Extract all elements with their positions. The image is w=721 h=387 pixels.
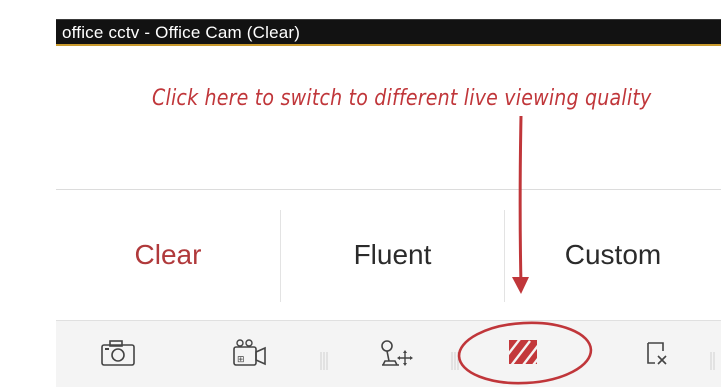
quality-icon[interactable] (506, 335, 540, 369)
window-title: office cctv - Office Cam (Clear) (62, 23, 301, 42)
quality-option-fluent[interactable]: Fluent (281, 190, 504, 320)
ptz-control-icon[interactable] (379, 339, 415, 369)
close-window-icon[interactable] (643, 339, 673, 369)
annotation-text: Click here to switch to different live v… (152, 85, 652, 111)
camera-icon[interactable] (100, 339, 136, 367)
toolbar-separator (450, 352, 460, 370)
quality-option-clear[interactable]: Clear (56, 190, 280, 320)
quality-option-custom[interactable]: Custom (505, 190, 721, 320)
bottom-toolbar: ⊞ (56, 320, 721, 387)
svg-text:⊞: ⊞ (237, 355, 245, 365)
toolbar-separator (709, 352, 719, 370)
toolbar-separator (319, 352, 329, 370)
app-frame: office cctv - Office Cam (Clear) Click h… (56, 19, 721, 387)
annotation-area (56, 46, 721, 190)
video-record-icon[interactable]: ⊞ (232, 339, 268, 367)
quality-selector: Clear Fluent Custom (56, 190, 721, 320)
title-bar: office cctv - Office Cam (Clear) (56, 19, 721, 46)
